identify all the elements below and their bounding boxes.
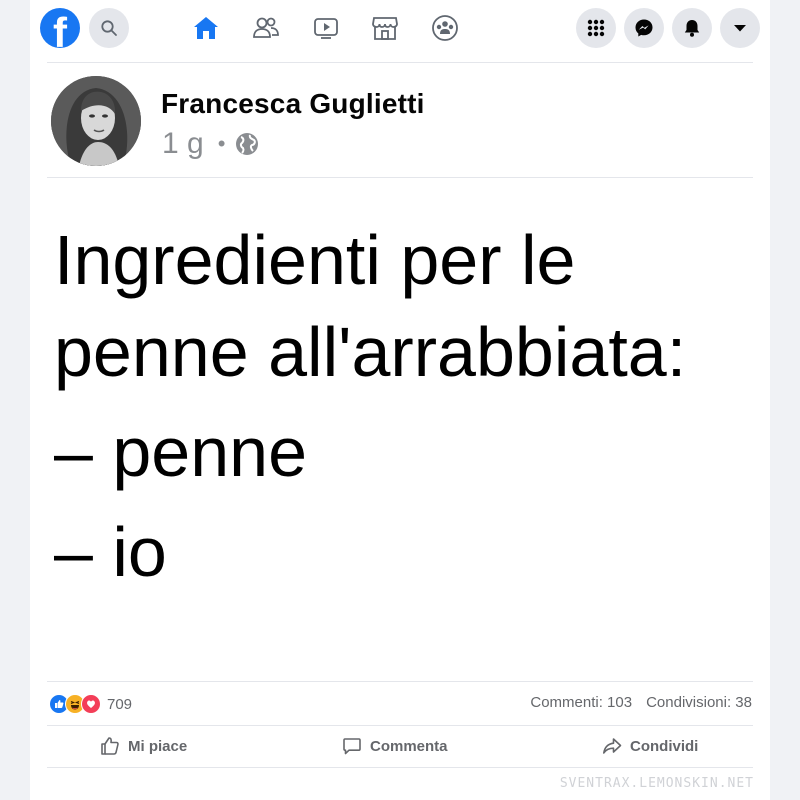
menu-grid-icon — [587, 19, 605, 37]
divider — [47, 177, 753, 178]
home-icon — [194, 17, 218, 39]
search-button[interactable] — [89, 8, 129, 48]
nav-home[interactable] — [190, 12, 222, 44]
globe-icon — [236, 133, 259, 155]
share-label: Condividi — [630, 737, 699, 755]
share-icon — [603, 738, 622, 754]
author-name[interactable]: Francesca Guglietti — [161, 88, 425, 120]
post-text: Ingredienti per le penne all'arrabbiata:… — [54, 214, 754, 598]
reactions-summary[interactable]: 709 — [49, 694, 132, 714]
nav-watch[interactable] — [310, 12, 342, 44]
watch-icon — [314, 18, 338, 39]
watermark: SVENTRAX.LEMONSKIN.NET — [559, 776, 754, 791]
notifications-icon — [684, 20, 700, 37]
search-icon — [101, 20, 117, 36]
love-reaction-icon — [81, 694, 101, 714]
divider — [47, 681, 753, 682]
shares-count[interactable]: Condivisioni: 38 — [646, 694, 752, 711]
post-line: – penne — [54, 413, 308, 491]
comment-button[interactable]: Commenta — [342, 727, 448, 765]
avatar[interactable] — [51, 76, 141, 166]
reaction-count: 709 — [107, 695, 133, 713]
post-actions: Mi piace Commenta Condividi — [47, 727, 753, 765]
nav-marketplace[interactable] — [369, 12, 401, 44]
marketplace-icon — [372, 17, 398, 40]
comment-icon — [343, 738, 361, 755]
divider — [47, 767, 753, 768]
messenger-button[interactable] — [624, 8, 664, 48]
like-button[interactable]: Mi piace — [100, 727, 187, 765]
post-line: – io — [54, 513, 167, 591]
comment-label: Commenta — [370, 737, 448, 755]
messenger-icon — [635, 19, 653, 37]
friends-icon — [253, 17, 279, 38]
post-time[interactable]: 1 g — [162, 127, 204, 161]
nav-groups[interactable] — [429, 12, 461, 44]
top-navbar: f — [0, 0, 800, 56]
post-line: Ingredienti per le — [54, 221, 576, 299]
divider — [47, 62, 753, 63]
facebook-logo[interactable]: f — [40, 8, 80, 48]
account-button[interactable] — [720, 8, 760, 48]
menu-button[interactable] — [576, 8, 616, 48]
comments-count[interactable]: Commenti: 103 — [530, 694, 632, 711]
divider — [47, 725, 753, 726]
groups-icon — [432, 15, 458, 41]
account-dropdown-icon — [734, 25, 746, 32]
notifications-button[interactable] — [672, 8, 712, 48]
like-label: Mi piace — [128, 737, 188, 755]
post-meta: 1 g • — [162, 127, 259, 161]
nav-friends[interactable] — [250, 12, 282, 44]
post-stats: Commenti: 103 Condivisioni: 38 — [530, 694, 752, 711]
meta-separator: • — [217, 131, 226, 156]
post-line: penne all'arrabbiata: — [54, 313, 687, 391]
share-button[interactable]: Condividi — [602, 727, 698, 765]
thumbs-up-icon — [101, 737, 119, 755]
